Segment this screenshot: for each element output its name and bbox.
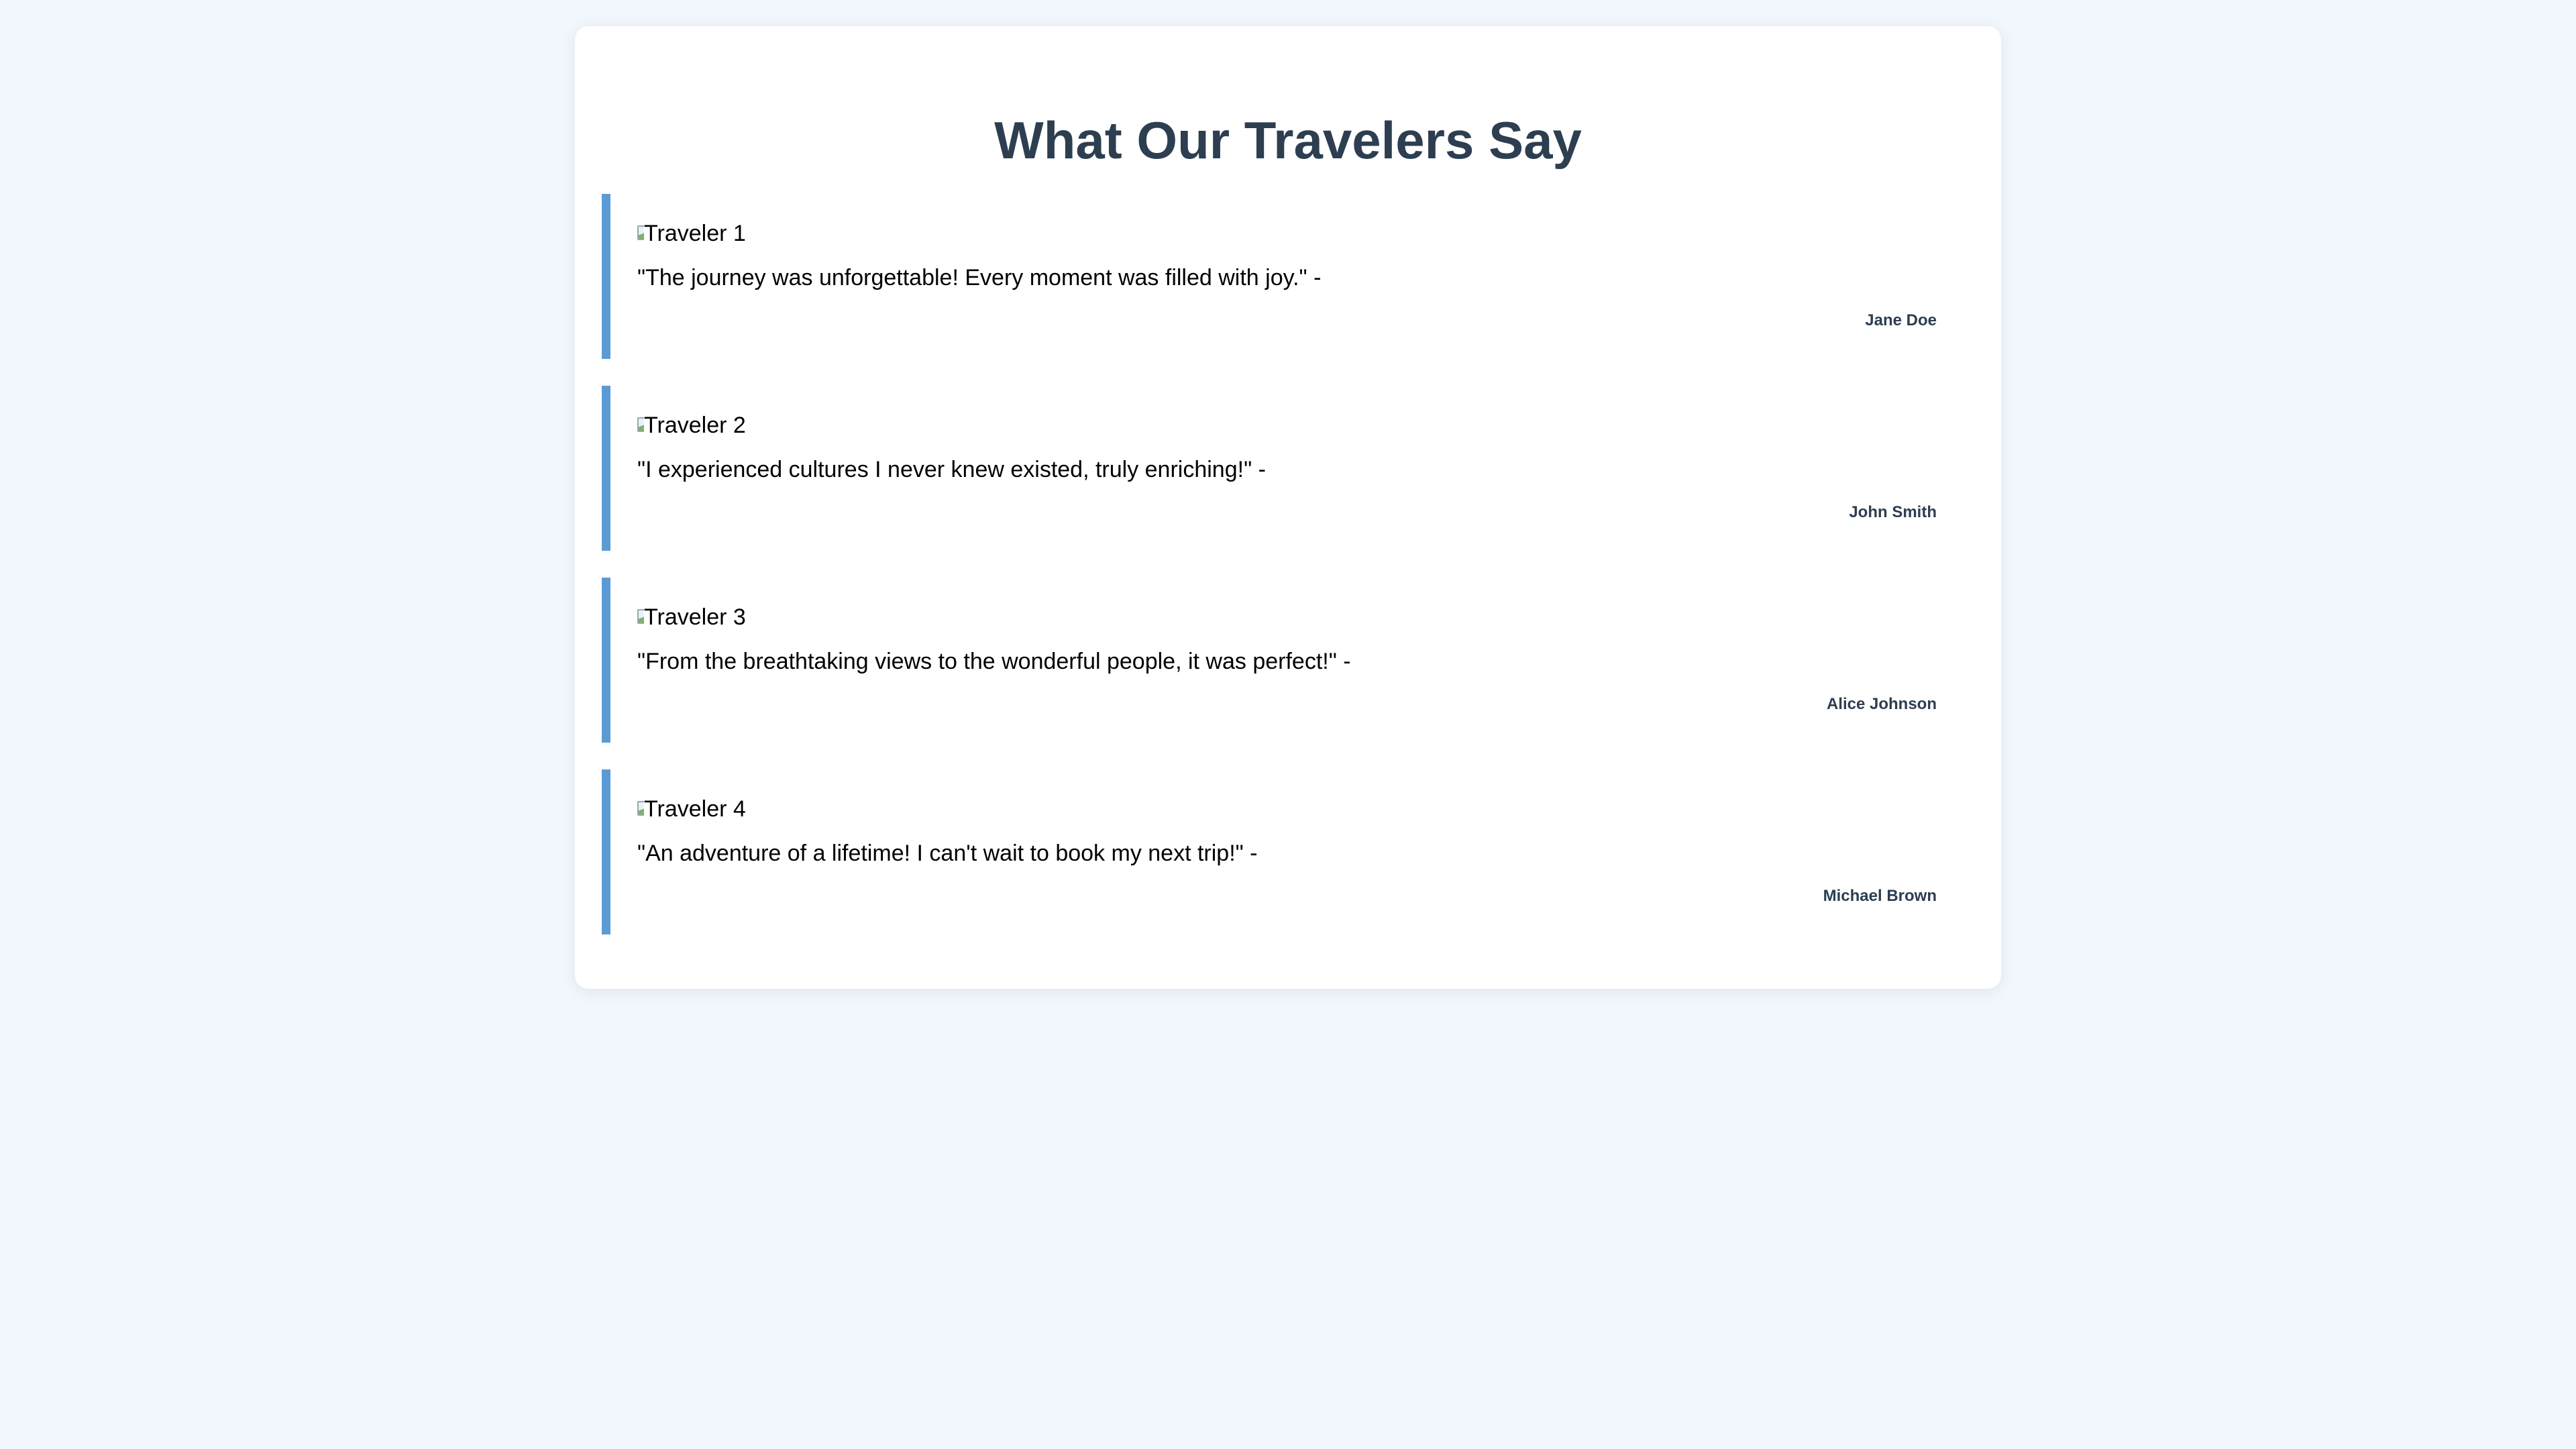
traveler-photo: Traveler 4: [637, 792, 746, 826]
testimonial-quote: "The journey was unforgettable! Every mo…: [637, 265, 1322, 290]
testimonial-quote: "An adventure of a lifetime! I can't wai…: [637, 841, 1258, 866]
traveler-photo: Traveler 2: [637, 409, 746, 442]
traveler-photo-alt: Traveler 3: [644, 604, 746, 630]
testimonial-item: Traveler 4 "An adventure of a lifetime! …: [602, 769, 1974, 934]
traveler-photo-alt: Traveler 2: [644, 412, 746, 438]
testimonial-author: Alice Johnson: [1826, 695, 1937, 713]
broken-image-icon: [637, 798, 644, 820]
testimonial-author: Michael Brown: [1823, 887, 1937, 905]
broken-image-icon: [637, 223, 644, 244]
traveler-photo: Traveler 1: [637, 217, 746, 250]
testimonial-quote: "From the breathtaking views to the wond…: [637, 649, 1351, 674]
traveler-photo-alt: Traveler 1: [644, 220, 746, 246]
testimonial-author: John Smith: [1849, 503, 1937, 521]
testimonial-quote: "I experienced cultures I never knew exi…: [637, 457, 1266, 482]
broken-image-icon: [637, 415, 644, 436]
broken-image-icon: [637, 606, 644, 628]
page-title: What Our Travelers Say: [994, 111, 1582, 170]
testimonial-item: Traveler 2 "I experienced cultures I nev…: [602, 386, 1974, 551]
testimonials-card: What Our Travelers Say Traveler 1 "The j…: [575, 26, 2001, 989]
testimonial-author: Jane Doe: [1865, 311, 1937, 329]
testimonial-item: Traveler 3 "From the breathtaking views …: [602, 578, 1974, 743]
traveler-photo-alt: Traveler 4: [644, 796, 746, 822]
traveler-photo: Traveler 3: [637, 600, 746, 634]
testimonial-item: Traveler 1 "The journey was unforgettabl…: [602, 194, 1974, 359]
